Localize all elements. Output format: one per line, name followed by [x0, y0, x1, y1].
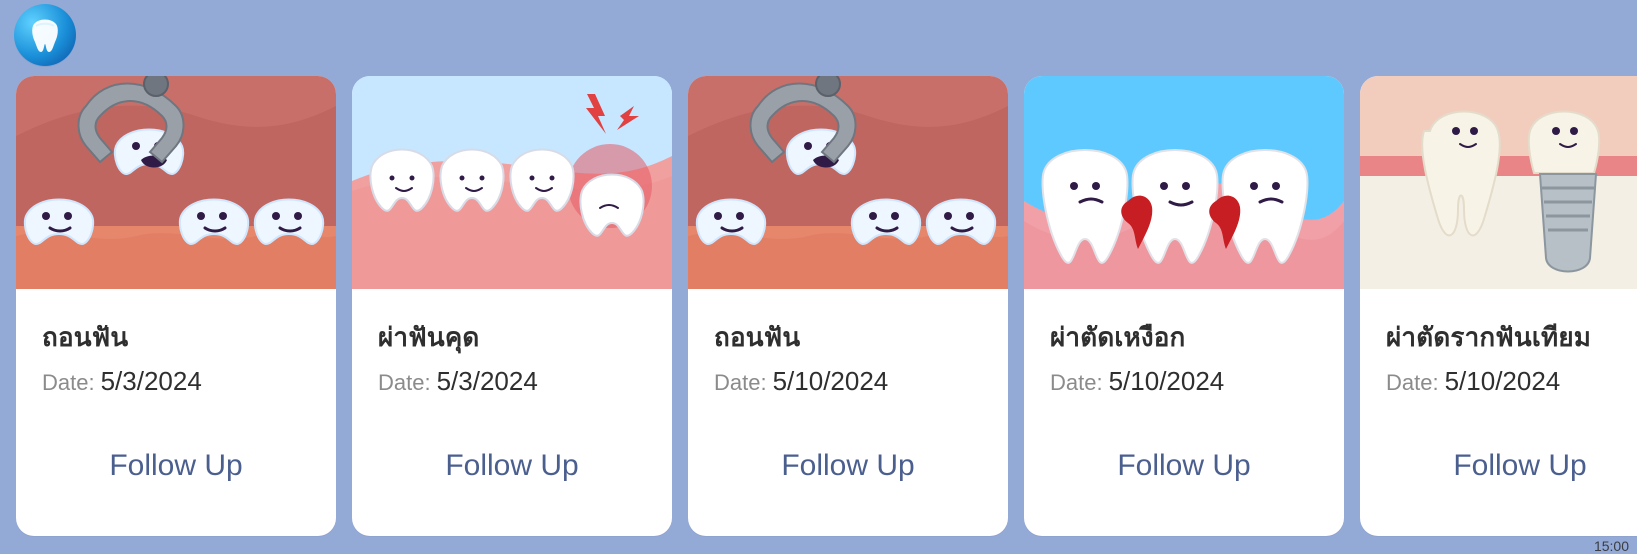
procedure-date-row: Date: 5/3/2024 — [378, 366, 646, 397]
gum-surgery-illustration — [1024, 76, 1344, 289]
procedure-date-row: Date: 5/10/2024 — [714, 366, 982, 397]
date-label: Date: — [42, 369, 95, 395]
date-label: Date: — [1050, 369, 1103, 395]
tooth-extraction-illustration — [688, 76, 1008, 289]
date-label: Date: — [1386, 369, 1439, 395]
procedure-title: ถอนฟัน — [42, 322, 129, 352]
procedure-card: ถอนฟัน Date: 5/3/2024 Follow Up — [16, 76, 336, 536]
date-label: Date: — [378, 369, 431, 395]
procedure-date-row: Date: 5/3/2024 — [42, 366, 310, 397]
tooth-icon — [32, 19, 58, 52]
status-time: 15:00 — [1593, 538, 1629, 554]
procedure-title: ผ่าตัดเหงือก — [1050, 322, 1186, 352]
date-value: 5/10/2024 — [1108, 365, 1225, 396]
follow-up-button[interactable]: Follow Up — [1117, 449, 1250, 483]
procedure-card: ผ่าตัดรากฟันเทียม Date: 5/10/2024 Follow… — [1360, 76, 1637, 536]
procedure-date-row: Date: 5/10/2024 — [1386, 366, 1637, 397]
follow-up-button[interactable]: Follow Up — [109, 449, 242, 483]
dental-followup-screen: ถอนฟัน Date: 5/3/2024 Follow Up ผ่าฟันคุ… — [0, 0, 1637, 554]
date-value: 5/10/2024 — [772, 365, 889, 396]
tooth-extraction-illustration — [16, 76, 336, 289]
wisdom-tooth-illustration — [352, 76, 672, 289]
date-value: 5/3/2024 — [100, 365, 202, 396]
date-label: Date: — [714, 369, 767, 395]
follow-up-button[interactable]: Follow Up — [781, 449, 914, 483]
date-value: 5/3/2024 — [436, 365, 538, 396]
procedure-card: ถอนฟัน Date: 5/10/2024 Follow Up — [688, 76, 1008, 536]
procedure-title: ถอนฟัน — [714, 322, 801, 352]
procedure-card-list: ถอนฟัน Date: 5/3/2024 Follow Up ผ่าฟันคุ… — [16, 76, 1637, 536]
procedure-card: ผ่าฟันคุด Date: 5/3/2024 Follow Up — [352, 76, 672, 536]
procedure-card: ผ่าตัดเหงือก Date: 5/10/2024 Follow Up — [1024, 76, 1344, 536]
follow-up-button[interactable]: Follow Up — [1453, 449, 1586, 483]
clinic-logo — [14, 4, 76, 66]
date-value: 5/10/2024 — [1444, 365, 1561, 396]
follow-up-button[interactable]: Follow Up — [445, 449, 578, 483]
procedure-date-row: Date: 5/10/2024 — [1050, 366, 1318, 397]
procedure-title: ผ่าฟันคุด — [378, 322, 480, 352]
procedure-title: ผ่าตัดรากฟันเทียม — [1386, 322, 1592, 352]
dental-implant-illustration — [1360, 76, 1637, 289]
